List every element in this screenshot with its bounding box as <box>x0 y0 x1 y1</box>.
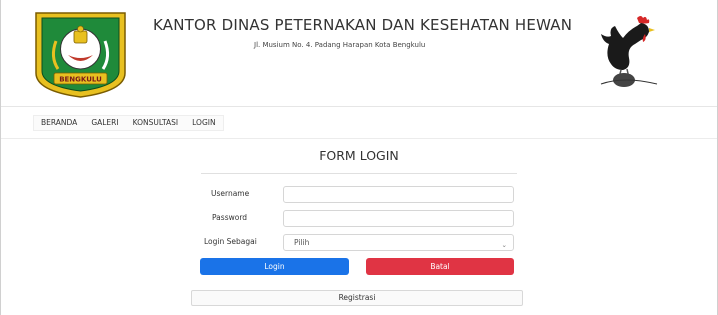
password-field[interactable] <box>283 210 514 227</box>
chevron-down-icon: ⌄ <box>501 241 507 249</box>
nav-item-galeri[interactable]: GALERI <box>84 115 125 131</box>
site-header: BENGKULU KANTOR DINAS PETERNAKAN DAN KES… <box>1 0 717 107</box>
emblem-text: BENGKULU <box>59 76 102 84</box>
nav-item-konsultasi[interactable]: KONSULTASI <box>126 115 186 131</box>
main-nav: BERANDA GALERI KONSULTASI LOGIN <box>1 108 717 139</box>
site-address: Jl. Musium No. 4. Padang Harapan Kota Be… <box>254 41 426 49</box>
username-label: Username <box>211 189 250 198</box>
register-button[interactable]: Registrasi <box>191 290 523 306</box>
password-label: Password <box>212 213 248 222</box>
form-divider <box>201 173 517 174</box>
nav-bar: BERANDA GALERI KONSULTASI LOGIN <box>33 115 224 131</box>
site-title: KANTOR DINAS PETERNAKAN DAN KESEHATAN HE… <box>153 16 573 34</box>
role-select-value: Pilih <box>294 238 310 247</box>
nav-item-login[interactable]: LOGIN <box>185 115 222 131</box>
username-field[interactable] <box>283 186 514 203</box>
cancel-button[interactable]: Batal <box>366 258 514 275</box>
emblem-logo: BENGKULU <box>35 12 126 98</box>
form-title: FORM LOGIN <box>319 148 399 163</box>
rooster-logo <box>600 16 658 87</box>
nav-item-beranda[interactable]: BERANDA <box>34 115 84 131</box>
page: BENGKULU KANTOR DINAS PETERNAKAN DAN KES… <box>0 0 718 315</box>
login-button[interactable]: Login <box>200 258 349 275</box>
role-label: Login Sebagai <box>204 237 257 246</box>
role-select[interactable]: Pilih ⌄ <box>283 234 514 251</box>
